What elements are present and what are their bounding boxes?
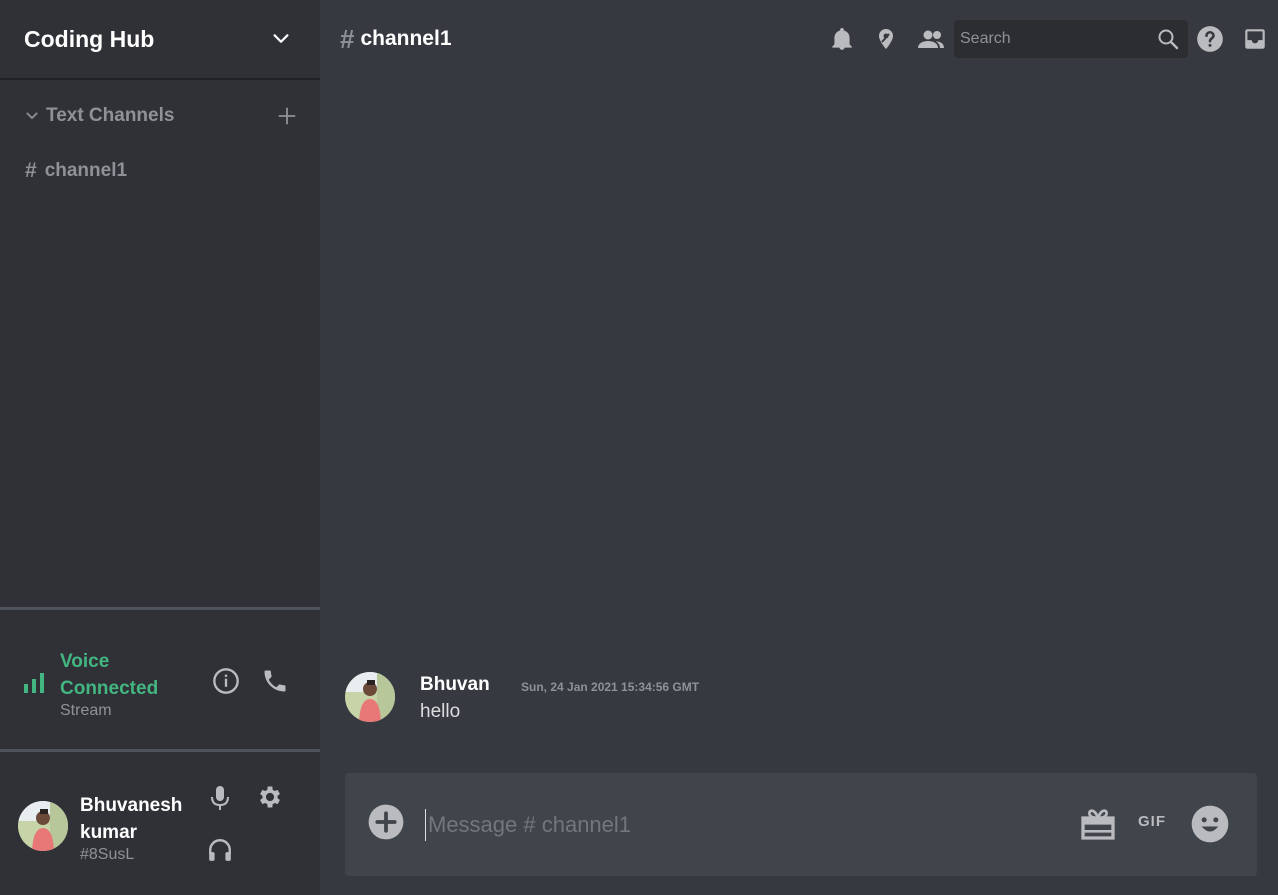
avatar[interactable] (345, 672, 395, 722)
channel-sidebar: Coding Hub Text Channels # channel1 Voic… (0, 0, 320, 895)
help-icon[interactable] (1188, 25, 1232, 53)
channel-label: channel1 (44, 160, 128, 181)
message-input[interactable] (425, 809, 1025, 841)
message-item[interactable]: Bhuvan Sun, 24 Jan 2021 15:34:56 GMT hel… (345, 672, 1245, 728)
gif-button[interactable]: GIF (1138, 813, 1166, 830)
info-icon[interactable] (212, 667, 240, 695)
add-attachment-icon[interactable] (367, 803, 405, 841)
search-input[interactable] (958, 29, 1148, 49)
category-text-channels[interactable]: Text Channels (0, 102, 320, 130)
add-channel-icon[interactable] (276, 105, 298, 127)
bell-icon[interactable] (820, 26, 864, 52)
chevron-down-icon[interactable] (270, 28, 292, 50)
message-text: hello (420, 701, 461, 722)
members-icon[interactable] (908, 26, 954, 52)
chat-area: # channel1 Search Bhuvan Sun, 24 Jan 202… (320, 0, 1278, 895)
message-composer: GIF (345, 773, 1257, 876)
app-root: Coding Hub Text Channels # channel1 Voic… (0, 0, 1278, 895)
voice-channel-name: Stream (60, 702, 112, 719)
channel-header: # channel1 (320, 0, 1278, 78)
voice-status[interactable]: Voice Connected (60, 648, 200, 702)
category-label: Text Channels (46, 105, 175, 126)
emoji-icon[interactable] (1190, 804, 1230, 844)
inbox-icon[interactable] (1232, 26, 1278, 52)
disconnect-phone-icon[interactable] (261, 667, 289, 695)
message-author[interactable]: Bhuvan (420, 674, 490, 696)
user-panel: Bhuvanesh kumar #8SusL (0, 752, 320, 895)
header-toolbar (820, 0, 1278, 78)
user-name: Bhuvanesh kumar (80, 795, 183, 843)
microphone-icon[interactable] (208, 784, 232, 812)
message-timestamp: Sun, 24 Jan 2021 15:34:56 GMT (521, 680, 700, 694)
search-box[interactable] (954, 20, 1188, 58)
server-header[interactable]: Coding Hub (0, 0, 320, 80)
search-icon[interactable] (1156, 27, 1180, 51)
channel-hash-icon: # (25, 159, 37, 182)
user-tag: #8SusL (80, 846, 135, 863)
channel-title: channel1 (360, 27, 452, 50)
signal-icon (24, 673, 44, 693)
gift-icon[interactable] (1077, 803, 1119, 843)
channel-item-channel1[interactable]: # channel1 (0, 158, 320, 184)
server-name: Coding Hub (24, 25, 155, 52)
pin-icon[interactable] (864, 26, 908, 52)
channel-hash-icon: # (340, 23, 355, 54)
avatar[interactable] (18, 801, 68, 851)
chevron-down-icon (26, 112, 38, 120)
headphones-icon[interactable] (206, 837, 234, 863)
voice-panel: Voice Connected Stream (0, 607, 320, 752)
gear-icon[interactable] (256, 783, 284, 811)
